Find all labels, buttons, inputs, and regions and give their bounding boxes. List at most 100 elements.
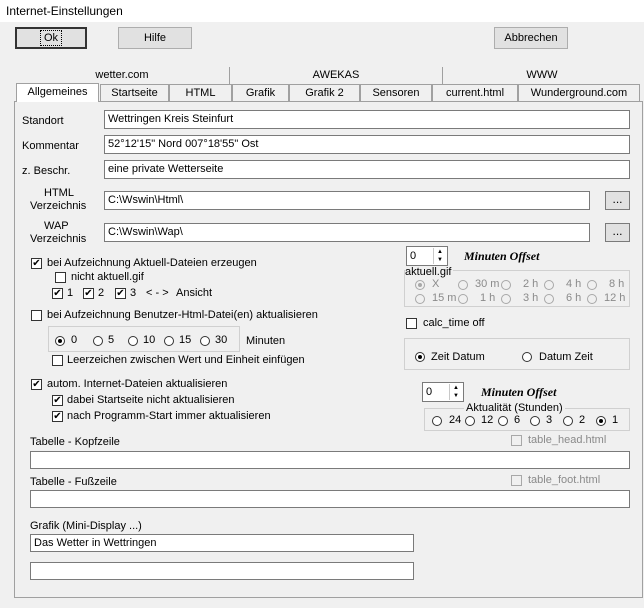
gif-x-label: X — [432, 278, 440, 290]
datum-zeit-radio[interactable] — [522, 352, 532, 362]
aktualitaet-title: Aktualität (Stunden) — [464, 402, 565, 414]
kommentar-input[interactable]: 52°12'15" Nord 007°18'55" Ost — [104, 135, 630, 154]
minutes-10-label: 10 — [143, 334, 156, 346]
gif-12h-label: 12 h — [604, 292, 626, 304]
aktualitaet-3-radio[interactable] — [530, 416, 540, 426]
grafik-label: Grafik (Mini-Display ...) — [30, 520, 142, 532]
gif-8h-label: 8 h — [609, 278, 625, 290]
aktualitaet-24-radio[interactable] — [432, 416, 442, 426]
offset-2-spinner[interactable]: 0 ▲ ▼ — [422, 382, 464, 402]
benutzer-html-checkbox[interactable] — [31, 310, 42, 321]
wap-dir-label-1: WAP — [44, 220, 69, 232]
zeit-datum-radio[interactable] — [415, 352, 425, 362]
nicht-aktuell-gif-label: nicht aktuell.gif — [71, 271, 144, 283]
tab-grafik-2[interactable]: Grafik 2 — [289, 84, 360, 101]
minutes-0-label: 0 — [71, 334, 78, 346]
fusszeile-input[interactable] — [30, 490, 630, 508]
table-foot-checkbox[interactable] — [511, 475, 522, 486]
aktuell-label: bei Aufzeichnung Aktuell-Dateien erzeuge… — [47, 257, 257, 269]
nach-start-label: nach Programm-Start immer aktualisieren — [67, 410, 271, 422]
help-button[interactable]: Hilfe — [118, 27, 192, 49]
option-2-checkbox[interactable]: ✔ — [83, 288, 94, 299]
option-3-checkbox[interactable]: ✔ — [115, 288, 126, 299]
minutes-5-label: 5 — [108, 334, 115, 346]
standort-input[interactable]: Wettringen Kreis Steinfurt — [104, 110, 630, 129]
startseite-nicht-checkbox[interactable]: ✔ — [52, 395, 63, 406]
cancel-button[interactable]: Abbrechen — [494, 27, 568, 49]
aktualitaet-12-radio[interactable] — [465, 416, 475, 426]
table-foot-label: table_foot.html — [528, 474, 601, 486]
grafik-input-1[interactable]: Das Wetter in Wettringen — [30, 534, 414, 552]
kopfzeile-input[interactable] — [30, 451, 630, 469]
gif-4h-radio[interactable] — [544, 280, 554, 290]
option-2-label: 2 — [98, 287, 105, 299]
tab-allgemeines[interactable]: Allgemeines — [16, 83, 99, 102]
aktuell-gif-title: aktuell.gif — [405, 266, 454, 278]
html-dir-browse-button[interactable]: ... — [605, 191, 630, 210]
leerzeichen-checkbox[interactable] — [52, 355, 63, 366]
benutzer-html-label: bei Aufzeichnung Benutzer-Html-Datei(en)… — [47, 309, 318, 321]
aktualitaet-3-label: 3 — [546, 414, 553, 426]
aktualitaet-1-radio[interactable] — [596, 416, 606, 426]
ok-button-label: Ok — [39, 30, 63, 46]
tab-awekas[interactable]: AWEKAS — [229, 67, 442, 84]
aktualitaet-2-radio[interactable] — [563, 416, 573, 426]
zeit-datum-label: Zeit Datum — [431, 351, 485, 363]
grafik-input-2[interactable] — [30, 562, 414, 580]
gif-3h-label: 3 h — [523, 292, 539, 304]
tab-grafik[interactable]: Grafik — [232, 84, 289, 101]
wap-dir-input[interactable]: C:\Wswin\Wap\ — [104, 223, 590, 242]
minutes-5-radio[interactable] — [93, 336, 103, 346]
offset-2-arrows[interactable]: ▲ ▼ — [449, 384, 462, 400]
tab-current-html[interactable]: current.html — [432, 84, 518, 101]
aktualitaet-6-label: 6 — [514, 414, 521, 426]
gif-15m-radio[interactable] — [415, 294, 425, 304]
internet-dateien-checkbox[interactable]: ✔ — [31, 379, 42, 390]
nach-start-checkbox[interactable]: ✔ — [52, 411, 63, 422]
beschreibung-label: z. Beschr. — [22, 165, 71, 177]
fusszeile-label: Tabelle - Fußzeile — [30, 476, 117, 488]
leerzeichen-label: Leerzeichen zwischen Wert und Einheit ei… — [67, 354, 305, 366]
tab-startseite[interactable]: Startseite — [100, 84, 169, 101]
gif-6h-radio[interactable] — [544, 294, 554, 304]
gif-12h-radio[interactable] — [587, 294, 597, 304]
aktuell-checkbox[interactable]: ✔ — [31, 258, 42, 269]
wap-dir-label-2: Verzeichnis — [30, 233, 87, 245]
aktualitaet-6-radio[interactable] — [498, 416, 508, 426]
ok-button[interactable]: Ok — [15, 27, 87, 49]
minutes-15-radio[interactable] — [164, 336, 174, 346]
minutes-0-radio[interactable] — [55, 336, 65, 346]
html-dir-input[interactable]: C:\Wswin\Html\ — [104, 191, 590, 210]
minutes-30-label: 30 — [215, 334, 228, 346]
tab-www[interactable]: WWW — [442, 67, 641, 84]
gif-30m-radio[interactable] — [458, 280, 468, 290]
gif-4h-label: 4 h — [566, 278, 582, 290]
calc-time-label: calc_time off — [423, 317, 485, 329]
gif-1h-label: 1 h — [480, 292, 496, 304]
tab-sensoren[interactable]: Sensoren — [360, 84, 432, 101]
minutes-10-radio[interactable] — [128, 336, 138, 346]
nicht-aktuell-gif-checkbox[interactable] — [55, 272, 66, 283]
beschreibung-input[interactable]: eine private Wetterseite — [104, 160, 630, 179]
gif-8h-radio[interactable] — [587, 280, 597, 290]
calc-time-checkbox[interactable] — [406, 318, 417, 329]
wap-dir-browse-button[interactable]: ... — [605, 223, 630, 242]
offset-1-label: Minuten Offset — [464, 249, 540, 263]
tab-wunderground[interactable]: Wunderground.com — [518, 84, 640, 101]
internet-dateien-label: autom. Internet-Dateien aktualisieren — [47, 378, 228, 390]
arrows-label: < - > — [146, 287, 169, 299]
gif-1h-radio[interactable] — [458, 294, 468, 304]
option-1-label: 1 — [67, 287, 74, 299]
minutes-30-radio[interactable] — [200, 336, 210, 346]
tab-html[interactable]: HTML — [169, 84, 232, 101]
gif-2h-label: 2 h — [523, 278, 539, 290]
option-1-checkbox[interactable]: ✔ — [52, 288, 63, 299]
gif-3h-radio[interactable] — [501, 294, 511, 304]
gif-2h-radio[interactable] — [501, 280, 511, 290]
offset-1-arrows[interactable]: ▲ ▼ — [433, 248, 446, 264]
table-head-label: table_head.html — [528, 434, 607, 446]
tab-wetter-com[interactable]: wetter.com — [15, 67, 229, 84]
offset-1-spinner[interactable]: 0 ▲ ▼ — [406, 246, 448, 266]
table-head-checkbox[interactable] — [511, 435, 522, 446]
gif-x-radio[interactable] — [415, 280, 425, 290]
